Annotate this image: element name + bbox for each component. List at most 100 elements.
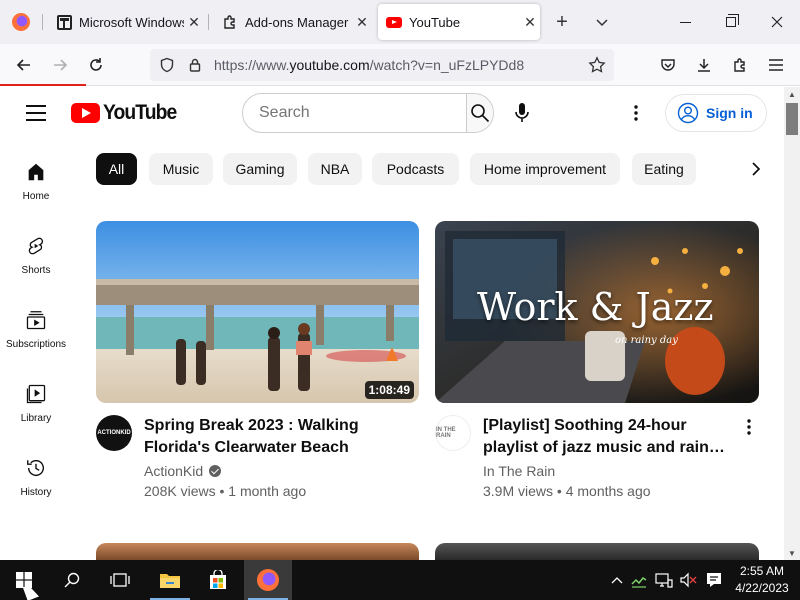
channel-name[interactable]: ActionKid: [144, 463, 203, 479]
show-hidden-icons-button[interactable]: [606, 560, 628, 600]
download-icon: [698, 59, 710, 72]
firefox-icon: [12, 13, 30, 31]
notification-icon: [707, 573, 721, 587]
lock-icon[interactable]: [184, 54, 206, 76]
sign-in-button[interactable]: Sign in: [665, 94, 767, 132]
sidebar-item-shorts[interactable]: Shorts: [0, 215, 72, 279]
network-status-button[interactable]: [652, 560, 676, 600]
guide-menu-icon[interactable]: [26, 105, 46, 121]
youtube-logo[interactable]: YouTube: [71, 101, 183, 125]
verified-check-icon: [209, 465, 222, 477]
extensions-button[interactable]: [726, 51, 754, 79]
downloads-button[interactable]: [690, 51, 718, 79]
search-input[interactable]: [243, 94, 466, 132]
network-icon: [655, 573, 673, 588]
microsoft-store-taskbar-button[interactable]: [194, 560, 242, 600]
reload-button[interactable]: [82, 51, 110, 79]
new-tab-button[interactable]: +: [550, 10, 574, 34]
firefox-taskbar-button[interactable]: [244, 560, 292, 600]
taskbar-clock[interactable]: 2:55 AM 4/22/2023: [732, 563, 792, 597]
tab-close-button[interactable]: ✕: [184, 12, 204, 32]
browser-tab-strip: Microsoft Windows ✕ Add-ons Manager ✕ Yo…: [0, 0, 800, 44]
scroll-down-arrow-icon[interactable]: ▼: [784, 546, 800, 560]
arrow-left-icon: [16, 59, 30, 71]
library-icon: [26, 384, 46, 404]
restore-window-button[interactable]: [708, 0, 754, 44]
sidebar-item-home[interactable]: Home: [0, 141, 72, 205]
pocket-button[interactable]: [654, 51, 682, 79]
voice-search-button[interactable]: [504, 95, 540, 131]
minimize-window-button[interactable]: [662, 0, 708, 44]
minimize-icon: [679, 21, 691, 23]
chip-podcasts[interactable]: Podcasts: [372, 153, 459, 185]
video-thumbnail-next-row[interactable]: [96, 543, 419, 560]
video-action-menu-button[interactable]: [739, 415, 759, 439]
chip-music[interactable]: Music: [149, 153, 213, 185]
video-duration: 1:08:49: [364, 381, 414, 399]
forward-button[interactable]: [46, 51, 74, 79]
file-explorer-taskbar-button[interactable]: [146, 560, 194, 600]
bookmark-star-icon[interactable]: [586, 54, 608, 76]
channel-name[interactable]: In The Rain: [483, 463, 555, 479]
search-icon: [64, 572, 80, 588]
chips-next-button[interactable]: [742, 153, 770, 185]
search-icon: [471, 104, 490, 123]
scrollbar-thumb[interactable]: [786, 103, 798, 135]
more-vert-icon: [747, 419, 751, 435]
folder-icon: [160, 574, 180, 588]
clock-date: 4/22/2023: [735, 581, 789, 595]
task-view-button[interactable]: [96, 560, 144, 600]
tracking-protection-shield-icon[interactable]: [156, 54, 178, 76]
close-window-button[interactable]: [754, 0, 800, 44]
chip-gaming[interactable]: Gaming: [223, 153, 297, 185]
video-thumbnail-beach[interactable]: 1:08:49: [96, 221, 419, 403]
video-title[interactable]: Spring Break 2023 : Walking Florida's Cl…: [144, 415, 394, 459]
back-button[interactable]: [10, 51, 38, 79]
channel-avatar[interactable]: IN THE RAIN: [435, 415, 471, 451]
page-load-progress: [0, 84, 86, 86]
url-text[interactable]: https://www.youtube.com/watch?v=n_uFzLPY…: [214, 57, 524, 73]
video-card: 1:08:49 ACTIONKID Spring Break 2023 : Wa…: [96, 221, 419, 499]
chip-all[interactable]: All: [96, 153, 137, 185]
sidebar-item-library[interactable]: Library: [0, 363, 72, 427]
video-card: Work & Jazz on rainy day IN THE RAIN [Pl…: [435, 221, 759, 499]
tab-close-button[interactable]: ✕: [352, 12, 372, 32]
tab-addons-manager[interactable]: Add-ons Manager ✕: [214, 0, 372, 44]
chip-nba[interactable]: NBA: [308, 153, 362, 185]
settings-more-button[interactable]: [622, 97, 650, 129]
video-thumbnail-jazz[interactable]: Work & Jazz on rainy day: [435, 221, 759, 403]
sidebar-item-subscriptions[interactable]: Subscriptions: [0, 289, 72, 353]
search-box: [242, 93, 494, 133]
tray-app-icon[interactable]: [628, 560, 650, 600]
search-button[interactable]: [466, 94, 493, 132]
store-icon: [210, 570, 226, 589]
tab-youtube[interactable]: YouTube ✕: [378, 4, 540, 40]
tab-microsoft-windows[interactable]: Microsoft Windows ✕: [48, 0, 204, 44]
home-icon: [28, 163, 44, 181]
url-bar[interactable]: https://www.youtube.com/watch?v=n_uFzLPY…: [150, 49, 614, 81]
hamburger-menu-icon: [769, 59, 783, 71]
notifications-button[interactable]: [702, 560, 726, 600]
channel-avatar[interactable]: ACTIONKID: [96, 415, 132, 451]
microphone-icon: [515, 103, 529, 122]
scroll-up-arrow-icon[interactable]: ▲: [784, 87, 800, 101]
puzzle-icon: [222, 14, 238, 30]
video-thumbnail-next-row[interactable]: [435, 543, 759, 560]
window-icon: [56, 14, 72, 30]
chip-eating[interactable]: Eating: [632, 153, 696, 185]
start-button[interactable]: [0, 560, 48, 600]
puzzle-icon: [734, 58, 745, 72]
tab-close-button[interactable]: ✕: [520, 12, 540, 32]
list-all-tabs-button[interactable]: [590, 10, 614, 34]
video-title[interactable]: [Playlist] Soothing 24-hour playlist of …: [483, 415, 733, 459]
taskbar-search-button[interactable]: [48, 560, 96, 600]
app-menu-button[interactable]: [762, 51, 790, 79]
chip-home-improvement[interactable]: Home improvement: [470, 153, 620, 185]
sidebar-item-history[interactable]: History: [0, 437, 72, 501]
youtube-icon: [386, 14, 402, 30]
windows-taskbar: 2:55 AM 4/22/2023: [0, 560, 800, 600]
page-scrollbar[interactable]: ▲ ▼: [784, 87, 800, 560]
firefox-menu-button[interactable]: [0, 0, 42, 44]
video-details: ACTIONKID Spring Break 2023 : Walking Fl…: [96, 415, 419, 499]
volume-button[interactable]: [676, 560, 700, 600]
